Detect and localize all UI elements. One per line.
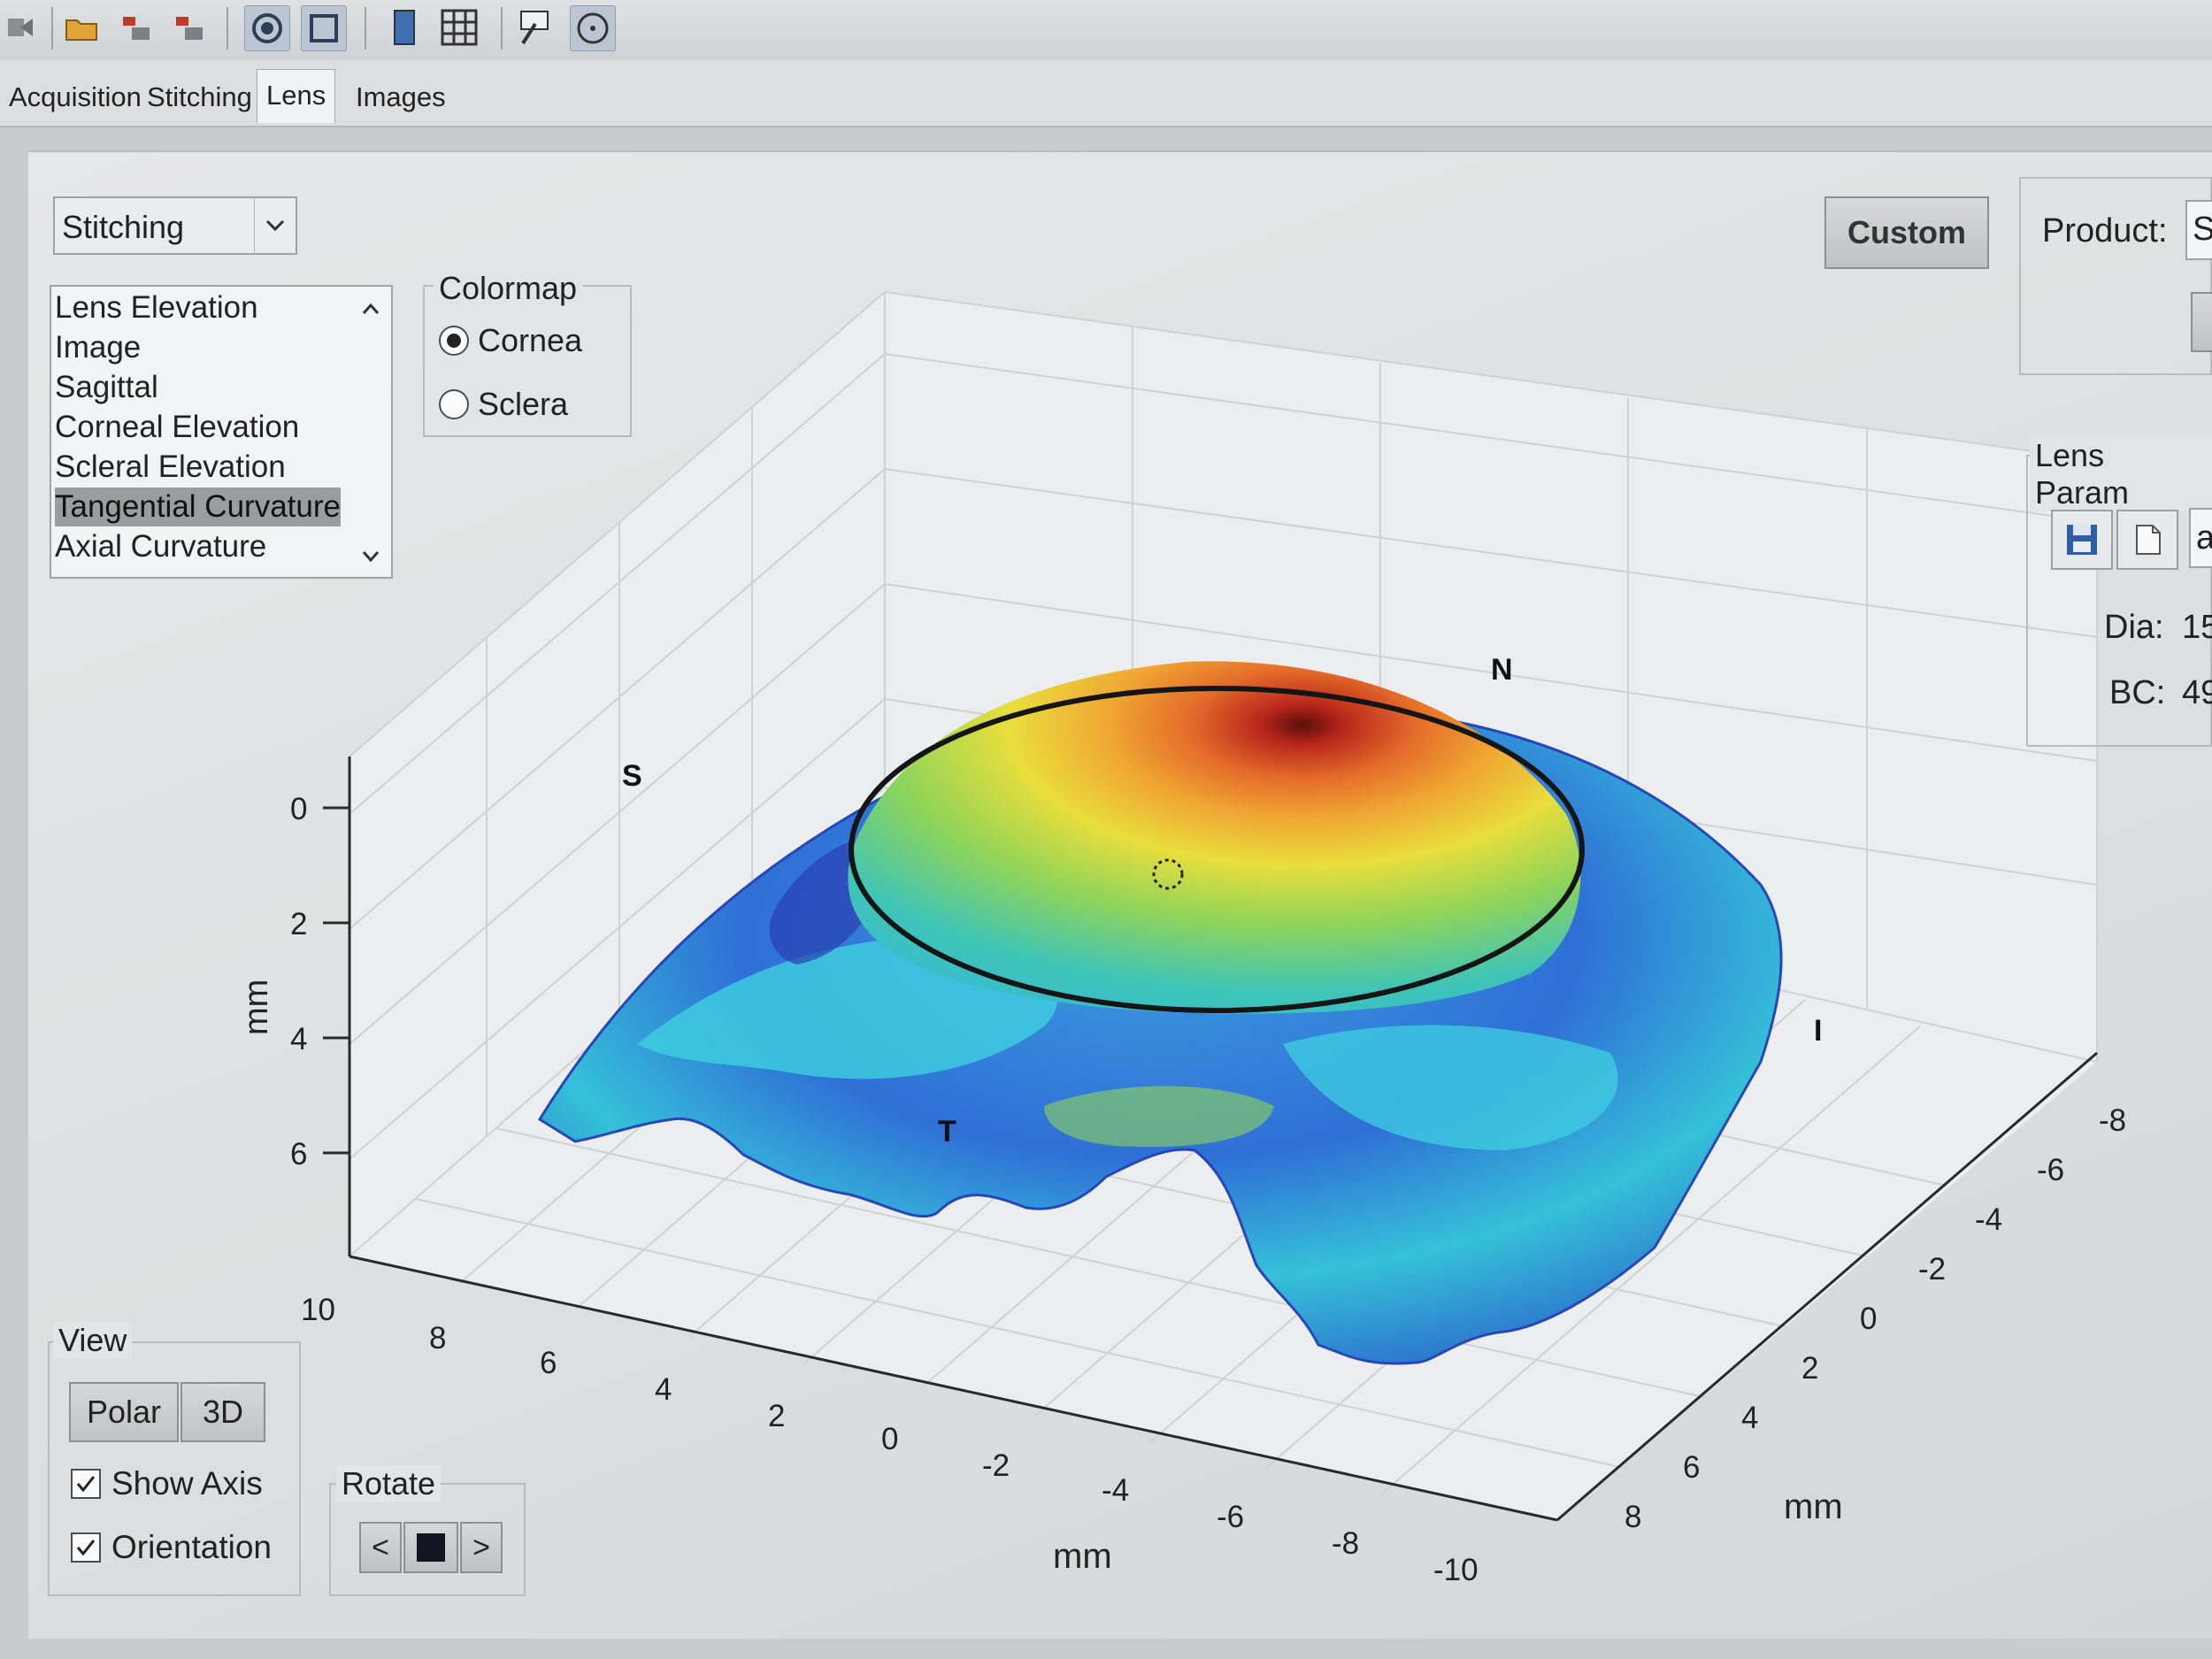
y-tick-label: 6	[1683, 1450, 1700, 1485]
checkbox-checked-icon	[71, 1469, 101, 1499]
product-label: Product:	[2042, 212, 2168, 250]
rotate-left-button[interactable]: <	[359, 1522, 402, 1573]
orientation-label: Orientation	[111, 1529, 272, 1565]
scroll-up-icon[interactable]	[357, 296, 384, 322]
orientation-marker-i: I	[1814, 1014, 1822, 1048]
z-tick-label: 6	[290, 1137, 307, 1171]
list-item[interactable]: Corneal Elevation	[55, 408, 299, 447]
x-tick-label: 2	[768, 1399, 785, 1433]
orientation-marker-s: S	[622, 759, 642, 793]
y-tick-label: 4	[1741, 1401, 1758, 1435]
x-axis-label: mm	[1053, 1537, 1112, 1576]
x-tick-label: 10	[301, 1293, 335, 1327]
rotate-right-button[interactable]: >	[460, 1522, 503, 1573]
dia-label: Dia:	[2104, 609, 2164, 646]
x-tick-label: -4	[1102, 1473, 1129, 1508]
x-tick-label: -6	[1217, 1500, 1244, 1534]
checkbox-checked-icon	[71, 1532, 101, 1563]
radio-cornea[interactable]: Cornea	[439, 322, 582, 359]
orientation-marker-t: T	[938, 1115, 956, 1148]
lens-params-title: Lens Param	[2030, 437, 2212, 511]
list-item[interactable]: Sagittal	[55, 368, 158, 407]
dia-value: 15	[2182, 609, 2212, 646]
radio-sclera[interactable]: Sclera	[439, 386, 568, 423]
orientation-checkbox[interactable]: Orientation	[71, 1529, 272, 1566]
show-axis-label: Show Axis	[111, 1465, 263, 1502]
dropdown-value: Stitching	[62, 209, 185, 245]
z-tick-label: 2	[290, 907, 307, 941]
y-tick-label: -8	[2099, 1103, 2126, 1138]
polar-button[interactable]: Polar	[69, 1382, 179, 1442]
y-tick-label: 2	[1801, 1351, 1818, 1386]
list-item-selected[interactable]: Tangential Curvature	[55, 488, 341, 526]
3d-button[interactable]: 3D	[180, 1382, 265, 1442]
y-tick-label: -6	[2037, 1153, 2064, 1187]
product-field[interactable]: S	[2185, 200, 2212, 260]
orientation-marker-n: N	[1491, 653, 1513, 687]
rotate-title: Rotate	[336, 1465, 442, 1502]
product-group	[2019, 177, 2212, 375]
scroll-down-icon[interactable]	[357, 543, 384, 570]
map-type-list[interactable]: Lens Elevation Image Sagittal Corneal El…	[50, 285, 393, 579]
show-axis-checkbox[interactable]: Show Axis	[71, 1465, 263, 1502]
list-item[interactable]: Axial Curvature	[55, 527, 266, 566]
y-tick-label: 0	[1860, 1302, 1877, 1336]
bc-label: BC:	[2109, 674, 2166, 711]
product-action-button[interactable]	[2191, 292, 2212, 352]
stop-icon	[417, 1533, 445, 1562]
source-dropdown[interactable]: Stitching	[53, 196, 297, 255]
z-axis-label: mm	[238, 979, 275, 1035]
radio-sclera-label: Sclera	[478, 386, 569, 422]
bc-value: 49	[2182, 674, 2212, 711]
x-tick-label: 4	[655, 1372, 672, 1407]
radio-cornea-label: Cornea	[478, 322, 583, 358]
list-item[interactable]: Scleral Elevation	[55, 448, 286, 487]
z-tick-label: 4	[290, 1022, 307, 1056]
lens-param-field[interactable]: a	[2189, 508, 2212, 568]
view-title: View	[53, 1322, 133, 1359]
colormap-title: Colormap	[434, 270, 583, 307]
x-tick-label: -8	[1332, 1526, 1359, 1561]
radio-selected-icon	[439, 326, 469, 356]
open-file-icon[interactable]	[2116, 510, 2178, 570]
z-tick-label: 0	[290, 792, 307, 826]
x-tick-label: 0	[881, 1422, 898, 1456]
x-tick-label: 6	[540, 1346, 557, 1380]
y-tick-label: 8	[1624, 1500, 1641, 1534]
rotate-stop-button[interactable]	[403, 1522, 458, 1573]
y-tick-label: -4	[1975, 1202, 2002, 1237]
y-tick-label: -2	[1918, 1252, 1946, 1286]
list-item[interactable]: Image	[55, 328, 141, 367]
y-axis-label: mm	[1784, 1487, 1843, 1526]
save-icon[interactable]	[2051, 510, 2113, 570]
chevron-down-icon[interactable]	[254, 198, 296, 253]
radio-unselected-icon	[439, 389, 469, 419]
custom-button[interactable]: Custom	[1824, 196, 1989, 269]
x-tick-label: -10	[1433, 1553, 1479, 1587]
list-item[interactable]: Lens Elevation	[55, 288, 258, 327]
x-tick-label: 8	[429, 1321, 446, 1356]
x-tick-label: -2	[982, 1448, 1010, 1483]
